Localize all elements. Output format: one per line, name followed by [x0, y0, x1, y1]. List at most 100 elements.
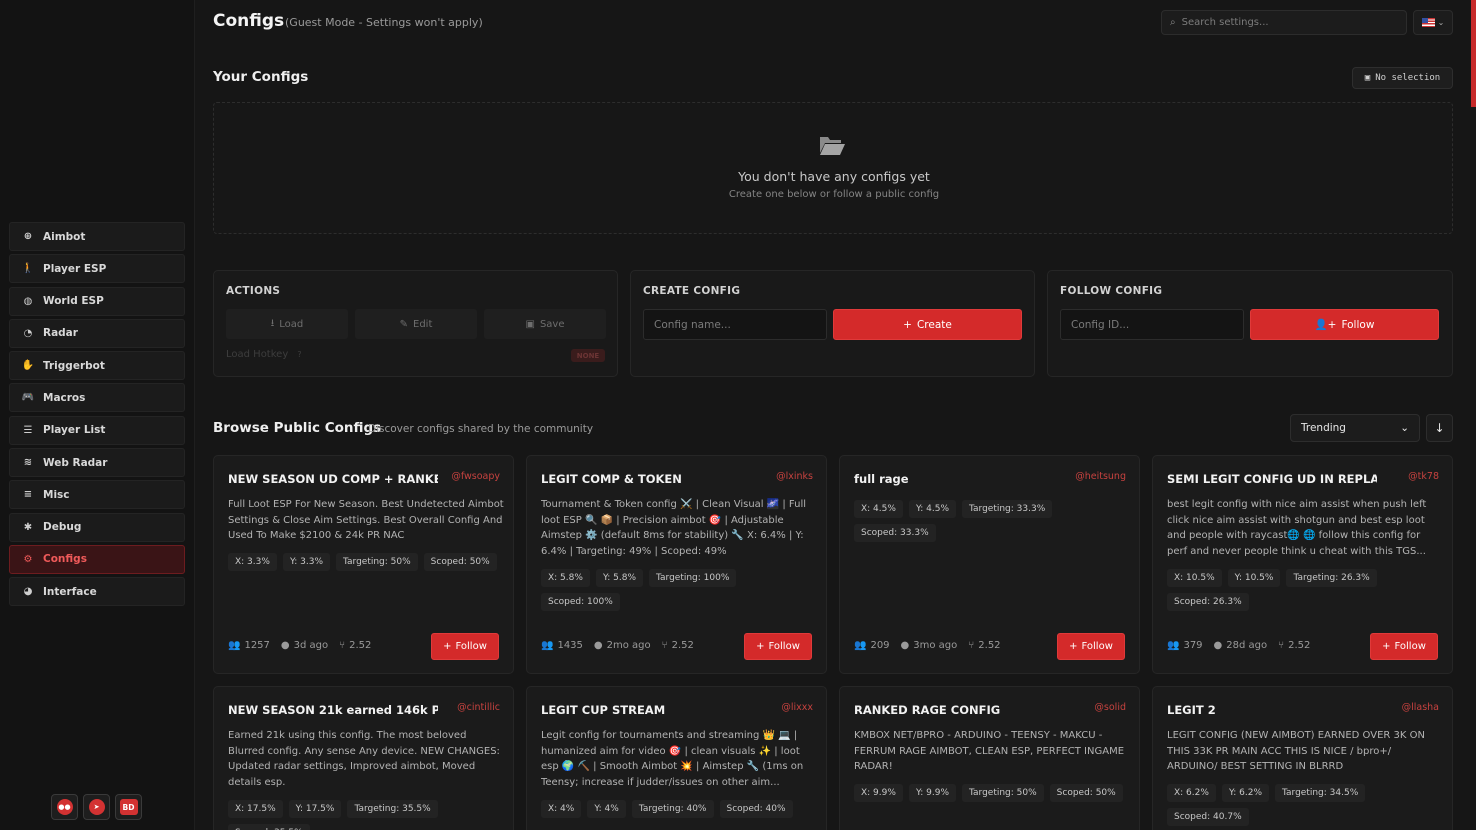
folder-open-icon	[820, 137, 845, 155]
card-meta: 👥 1257 ● 3d ago ⑂ 2.52	[228, 640, 371, 651]
card-tag: X: 3.3%	[228, 553, 277, 571]
card-author[interactable]: @lxinks	[776, 471, 813, 482]
search-input[interactable]: ⌕ Search settings...	[1161, 10, 1407, 35]
sidebar-item-label: Triggerbot	[43, 359, 105, 372]
card-tags: X: 4% Y: 4% Targeting: 40% Scoped: 40%	[541, 800, 817, 818]
actions-title: ACTIONS	[226, 285, 281, 297]
card-title: LEGIT 2	[1167, 703, 1216, 717]
card-author[interactable]: @solid	[1094, 702, 1126, 713]
sidebar-item-triggerbot[interactable]: ✋ Triggerbot	[9, 351, 185, 381]
card-author[interactable]: @cintillic	[457, 702, 500, 713]
config-id-input[interactable]: Config ID...	[1060, 309, 1244, 340]
followers-count: 👥 209	[854, 640, 890, 651]
card-description: Tournament & Token config ⚔️ | Clean Vis…	[541, 499, 807, 558]
list-icon: ☰	[23, 424, 33, 436]
load-label: Load	[279, 318, 304, 330]
person-icon: 🚶	[21, 263, 35, 275]
plus-icon: +	[1382, 641, 1391, 652]
card-tag: Targeting: 100%	[649, 569, 737, 587]
sort-select[interactable]: Trending ⌄	[1290, 414, 1420, 442]
discord-button[interactable]: ●●	[51, 794, 78, 820]
card-author[interactable]: @tk78	[1408, 471, 1439, 482]
scrollbar-thumb[interactable]	[1471, 0, 1476, 107]
download-icon: ⭳	[270, 317, 275, 329]
sidebar-item-configs[interactable]: ⚙ Configs	[9, 544, 185, 574]
card-description: LEGIT CONFIG (NEW AIMBOT) EARNED OVER 3K…	[1167, 730, 1425, 773]
sidebar-item-interface[interactable]: ◕ Interface	[9, 577, 185, 607]
config-name-input[interactable]: Config name...	[643, 309, 827, 340]
search-icon: ⌕	[1170, 17, 1176, 28]
us-flag-icon	[1421, 18, 1435, 27]
followers-count: 👥 1257	[228, 640, 270, 651]
chevron-down-icon: ⌄	[1400, 422, 1409, 434]
card-tag: Scoped: 40.7%	[1167, 808, 1249, 826]
sidebar-item-macros[interactable]: 🎮 Macros	[9, 383, 185, 413]
sidebar-item-radar[interactable]: ◔ Radar	[9, 318, 185, 348]
card-author[interactable]: @lixxx	[781, 702, 813, 713]
follow-button[interactable]: 👤+ Follow	[1250, 309, 1439, 340]
card-meta: 👥 1435 ● 2mo ago ⑂ 2.52	[541, 640, 694, 651]
sidebar-item-web-radar[interactable]: ≋ Web Radar	[9, 448, 185, 478]
arrow-down-icon: ↓	[1434, 421, 1445, 435]
edit-button[interactable]: ✎ Edit	[355, 309, 477, 339]
card-tag: Targeting: 50%	[962, 784, 1044, 802]
config-card[interactable]: LEGIT CUP STREAM @lixxx Legit config for t…	[526, 686, 827, 830]
branch-icon: ⑂	[339, 640, 346, 651]
users-icon: 👥	[541, 640, 554, 651]
telegram-icon: ➤	[88, 799, 105, 815]
sidebar-item-misc[interactable]: ≡ Misc	[9, 480, 185, 510]
card-follow-button[interactable]: + Follow	[431, 633, 499, 660]
empty-configs-box: You don't have any configs yet Create on…	[213, 102, 1453, 234]
bd-button[interactable]: BD	[115, 794, 142, 820]
config-card[interactable]: NEW SEASON UD COMP + RANKED @fwsoapy Full …	[213, 455, 514, 674]
card-description: Full Loot ESP For New Season. Best Undet…	[228, 499, 504, 542]
card-tags: X: 10.5% Y: 10.5% Targeting: 26.3% Scoped: …	[1167, 569, 1443, 611]
card-author[interactable]: @heitsung	[1075, 471, 1126, 482]
telegram-button[interactable]: ➤	[83, 794, 110, 820]
language-selector[interactable]: ⌄	[1413, 10, 1453, 35]
pencil-icon: ✎	[399, 318, 408, 330]
card-tag: Targeting: 40%	[631, 800, 714, 818]
create-button[interactable]: + Create	[833, 309, 1022, 340]
help-icon[interactable]: ?	[297, 350, 301, 359]
card-author[interactable]: @llasha	[1402, 702, 1439, 713]
hotkey-value[interactable]: NONE	[571, 349, 605, 362]
config-card[interactable]: SEMI LEGIT CONFIG UD IN REPLAY @tk78 best …	[1152, 455, 1453, 674]
card-follow-button[interactable]: + Follow	[1057, 633, 1125, 660]
gamepad-icon: 🎮	[21, 392, 35, 404]
sidebar-item-player-list[interactable]: ☰ Player List	[9, 415, 185, 445]
card-tags: X: 3.3% Y: 3.3% Targeting: 50% Scoped: 50%	[228, 553, 504, 571]
card-follow-button[interactable]: + Follow	[744, 633, 812, 660]
card-tag: Y: 17.5%	[288, 800, 342, 818]
plus-icon: +	[443, 641, 452, 652]
card-title: RANKED RAGE CONFIG	[854, 703, 1001, 717]
sidebar-item-player-esp[interactable]: 🚶 Player ESP	[9, 254, 185, 284]
branch-icon: ⑂	[661, 640, 668, 651]
card-author[interactable]: @fwsoapy	[451, 471, 500, 482]
clock-icon: ●	[900, 640, 910, 651]
config-card[interactable]: RANKED RAGE CONFIG @solid KMBOX NET/BPRO -…	[839, 686, 1140, 830]
card-follow-button[interactable]: + Follow	[1370, 633, 1438, 660]
palette-icon: ◕	[23, 586, 33, 598]
card-title: full rage	[854, 472, 909, 486]
followers-count: 👥 379	[1167, 640, 1203, 651]
bd-icon: BD	[119, 799, 138, 815]
config-card[interactable]: full rage @heitsung X: 4.5% Y: 4.5% Targetin…	[839, 455, 1140, 674]
config-card[interactable]: NEW SEASON 21k earned 146k PR @cintillic E…	[213, 686, 514, 830]
config-card[interactable]: LEGIT 2 @llasha LEGIT CONFIG (NEW AIMBOT) …	[1152, 686, 1453, 830]
sidebar-item-world-esp[interactable]: ◍ World ESP	[9, 286, 185, 316]
sidebar-item-debug[interactable]: ✱ Debug	[9, 512, 185, 542]
config-name-placeholder: Config name...	[654, 318, 731, 331]
social-links: ●● ➤ BD	[51, 794, 142, 820]
sidebar-item-label: Interface	[43, 585, 97, 598]
card-version: ⑂ 2.52	[1278, 640, 1311, 651]
follow-label: Follow	[1081, 641, 1113, 652]
sort-direction-button[interactable]: ↓	[1426, 414, 1453, 442]
load-button[interactable]: ⭳ Load	[226, 309, 348, 339]
save-button[interactable]: ▣ Save	[484, 309, 606, 339]
card-tag: Scoped: 35.5%	[228, 824, 310, 830]
edit-label: Edit	[413, 318, 433, 330]
sidebar-item-aimbot[interactable]: ⊕ Aimbot	[9, 222, 185, 251]
users-icon: 👥	[228, 640, 241, 651]
config-card[interactable]: LEGIT COMP & TOKEN @lxinks Tournament & To…	[526, 455, 827, 674]
